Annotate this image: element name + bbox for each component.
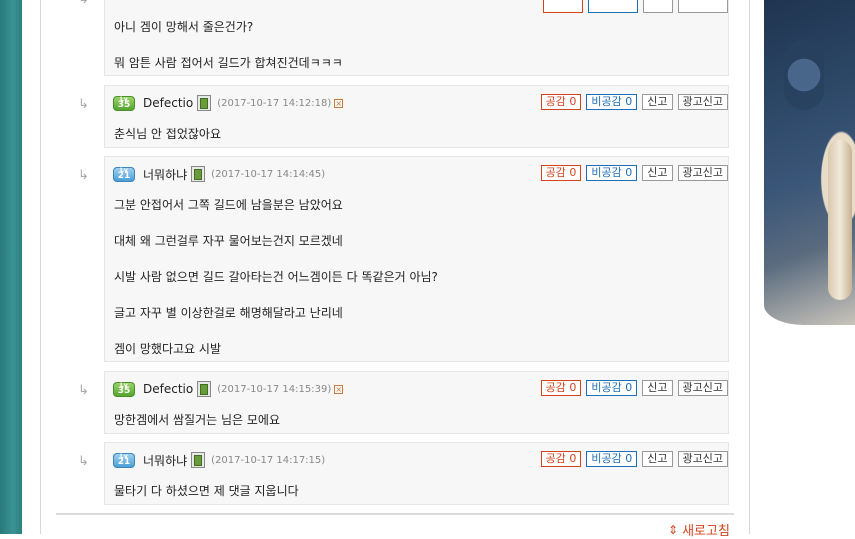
comment-actions: 공감 0 비공감 0 신고 광고신고	[540, 451, 728, 467]
comment-body: 춘식님 안 접었잖아요	[114, 124, 221, 160]
comment-line: 망한겜에서 쌈질거는 님은 모에요	[114, 413, 281, 427]
ad-report-button[interactable]: 광고신고	[677, 165, 728, 181]
comment-item: 35 Defectio (2017-10-17 14:12:18) × 공감 0…	[104, 85, 729, 148]
report-button[interactable]: 신고	[642, 94, 673, 110]
like-button[interactable]: 공감 0	[540, 94, 582, 110]
comment-header: 35 Defectio (2017-10-17 14:12:18) ×	[113, 94, 344, 112]
level-badge-icon: 21	[113, 166, 135, 182]
comment-line: 아니 겜이 망해서 줄은건가?	[114, 20, 254, 34]
comment-line: 시발 사람 없으면 길드 갈아타는건 어느겜이든 다 똑같은거 아님?	[114, 270, 438, 284]
refresh-icon: ⇕	[668, 522, 679, 537]
comment-line: 춘식님 안 접었잖아요	[114, 127, 221, 141]
report-button[interactable]: 신고	[642, 451, 673, 467]
dislike-button[interactable]: 비공감 0	[586, 380, 638, 396]
reply-arrow-icon: ↳	[78, 454, 89, 469]
comment-author[interactable]: 너뭐하냐	[143, 166, 187, 183]
comment-date: (2017-10-17 14:14:45)	[211, 168, 326, 180]
comment-line: 그분 안접어서 그쪽 길드에 남을분은 남았어요	[114, 198, 343, 212]
ad-report-button[interactable]: 광고신고	[677, 380, 728, 396]
comment-date: (2017-10-17 14:17:15)	[211, 454, 326, 466]
report-button[interactable]: 신고	[642, 380, 673, 396]
banner-decoration	[784, 40, 824, 110]
banner-decoration	[828, 140, 852, 300]
level-badge-icon: 35	[113, 381, 135, 397]
mobile-icon	[191, 452, 206, 468]
comment-actions: 공감 0 비공감 0 신고 광고신고	[540, 94, 728, 110]
comment-author[interactable]: Defectio	[143, 382, 193, 396]
comment-item: 21 너뭐하냐 (2017-10-17 14:17:15) 공감 0 비공감 0…	[104, 442, 729, 505]
report-button[interactable]: 신고	[642, 165, 673, 181]
level-badge-icon: 21	[113, 452, 135, 468]
comments-divider	[56, 513, 734, 515]
comment-header: 21 너뭐하냐 (2017-10-17 14:14:45)	[113, 165, 325, 183]
dislike-button[interactable]: 비공감 0	[586, 451, 638, 467]
comment-author[interactable]: Defectio	[143, 96, 193, 110]
comment-line: 물타기 다 하셨으면 제 댓글 지웁니다	[114, 484, 299, 498]
comment-date: (2017-10-17 14:15:39)	[217, 383, 332, 395]
comment-line: 대체 왜 그런걸루 자꾸 물어보는건지 모르겠네	[114, 234, 343, 248]
comment-item: 21 너뭐하냐 (2017-10-17 14:14:45) 공감 0 비공감 0…	[104, 156, 729, 362]
ad-report-button[interactable]: 광고신고	[677, 451, 728, 467]
reply-arrow-icon: ↳	[78, 0, 89, 7]
side-banner-art	[764, 0, 855, 325]
comment-item: 35 Defectio (2017-10-17 14:15:39) × 공감 0…	[104, 371, 729, 434]
comment-item: 아니 겜이 망해서 줄은건가? 뭐 암튼 사람 접어서 길드가 합쳐진건데ㅋㅋㅋ	[104, 0, 729, 76]
like-button[interactable]: 공감 0	[540, 165, 582, 181]
ad-report-button[interactable]	[678, 0, 728, 13]
comment-body: 그분 안접어서 그쪽 길드에 남을분은 남았어요 대체 왜 그런걸루 자꾸 물어…	[114, 195, 438, 375]
comment-actions	[543, 0, 728, 13]
comment-body: 물타기 다 하셨으면 제 댓글 지웁니다	[114, 481, 299, 517]
comment-line: 글고 자꾸 별 이상한걸로 해명해달라고 난리네	[114, 306, 343, 320]
mobile-icon	[197, 381, 212, 397]
mobile-icon	[191, 166, 206, 182]
level-badge-icon: 35	[113, 95, 135, 111]
left-border-bar	[0, 0, 22, 534]
mobile-icon	[197, 95, 212, 111]
comment-line: 겜이 망했다고요 시발	[114, 342, 221, 356]
comment-header: 35 Defectio (2017-10-17 14:15:39) ×	[113, 380, 344, 398]
like-button[interactable]: 공감 0	[540, 451, 582, 467]
refresh-label: 새로고침	[682, 524, 730, 539]
comment-author[interactable]: 너뭐하냐	[143, 452, 187, 469]
comment-header: 21 너뭐하냐 (2017-10-17 14:17:15)	[113, 451, 325, 469]
reply-arrow-icon: ↳	[78, 97, 89, 112]
like-button[interactable]: 공감 0	[540, 380, 582, 396]
reply-arrow-icon: ↳	[78, 383, 89, 398]
comment-actions: 공감 0 비공감 0 신고 광고신고	[540, 380, 728, 396]
delete-icon[interactable]: ×	[334, 98, 344, 108]
like-button[interactable]	[543, 0, 583, 13]
comment-body: 아니 겜이 망해서 줄은건가? 뭐 암튼 사람 접어서 길드가 합쳐진건데ㅋㅋㅋ	[114, 17, 343, 89]
reply-arrow-icon: ↳	[78, 168, 89, 183]
dislike-button[interactable]: 비공감 0	[586, 94, 638, 110]
comment-actions: 공감 0 비공감 0 신고 광고신고	[540, 165, 728, 181]
comment-line: 뭐 암튼 사람 접어서 길드가 합쳐진건데ㅋㅋㅋ	[114, 56, 343, 70]
report-button[interactable]	[643, 0, 673, 13]
delete-icon[interactable]: ×	[334, 384, 344, 394]
dislike-button[interactable]: 비공감 0	[586, 165, 638, 181]
dislike-button[interactable]	[588, 0, 638, 13]
ad-report-button[interactable]: 광고신고	[677, 94, 728, 110]
refresh-button[interactable]: ⇕ 새로고침	[668, 520, 730, 539]
comment-date: (2017-10-17 14:12:18)	[217, 97, 332, 109]
comment-body: 망한겜에서 쌈질거는 님은 모에요	[114, 410, 280, 446]
